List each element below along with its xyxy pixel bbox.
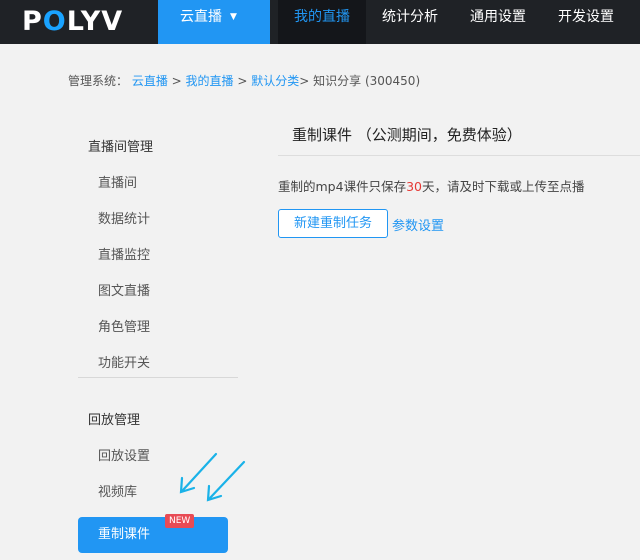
breadcrumb-separator: > [233,74,252,88]
breadcrumb-prefix: 管理系统： [68,74,129,88]
logo-text-lyv: LYV [66,6,124,37]
logo-text-o: O [42,6,67,37]
title-divider [278,155,640,156]
sidebar-item-role-management[interactable]: 角色管理 [98,316,150,335]
breadcrumb-separator: > [167,74,186,88]
storage-notice: 重制的mp4课件只保存30天，请及时下载或上传至点播 [278,176,585,195]
notice-text-after: 天，请及时下载或上传至点播 [421,179,585,194]
page-title: 重制课件 （公测期间，免费体验） [292,126,522,144]
nav-developer-settings[interactable]: 开发设置 [546,0,626,44]
nav-cloud-label: 云直播 [180,9,222,25]
top-navigation-bar: POLYV 云直播 ▼ 我的直播 统计分析 通用设置 开发设置 [0,0,640,44]
parameter-settings-link[interactable]: 参数设置 [392,215,444,234]
breadcrumb: 管理系统： 云直播 > 我的直播 > 默认分类> 知识分享 (300450) [68,72,420,89]
sidebar-group-live-room-management: 直播间管理 [88,140,154,155]
sidebar-item-remake-courseware[interactable]: 重制课件 [78,517,228,553]
new-badge: NEW [165,514,195,528]
logo-text-p: P [22,6,43,37]
sidebar-item-live-room[interactable]: 直播间 [98,172,137,191]
polyv-logo[interactable]: POLYV [22,4,123,40]
sidebar-group-playback-management: 回放管理 [88,413,141,428]
notice-text-before: 重制的mp4课件只保存 [278,179,407,194]
sidebar-item-live-monitor[interactable]: 直播监控 [98,244,150,263]
chevron-down-icon: ▼ [230,12,237,22]
new-remake-task-button[interactable]: 新建重制任务 [278,209,388,238]
nav-general-settings[interactable]: 通用设置 [458,0,538,44]
sidebar-item-playback-settings[interactable]: 回放设置 [98,445,150,464]
sidebar-item-graphic-live[interactable]: 图文直播 [98,280,150,299]
breadcrumb-link-default-category[interactable]: 默认分类 [251,74,299,88]
breadcrumb-link-cloud-live[interactable]: 云直播 [132,74,168,88]
notice-days-value: 30 [406,179,422,194]
sidebar-item-data-statistics[interactable]: 数据统计 [98,208,150,227]
nav-statistics[interactable]: 统计分析 [370,0,450,44]
breadcrumb-current: > 知识分享 (300450) [299,74,421,88]
nav-cloud-live-dropdown[interactable]: 云直播 ▼ [158,0,270,44]
sidebar-divider [78,377,238,378]
annotation-arrows-icon [179,452,246,502]
breadcrumb-link-my-live[interactable]: 我的直播 [186,74,234,88]
sidebar-item-video-library[interactable]: 视频库 [98,481,137,500]
nav-my-live[interactable]: 我的直播 [278,0,366,44]
sidebar-item-feature-switch[interactable]: 功能开关 [98,352,150,371]
